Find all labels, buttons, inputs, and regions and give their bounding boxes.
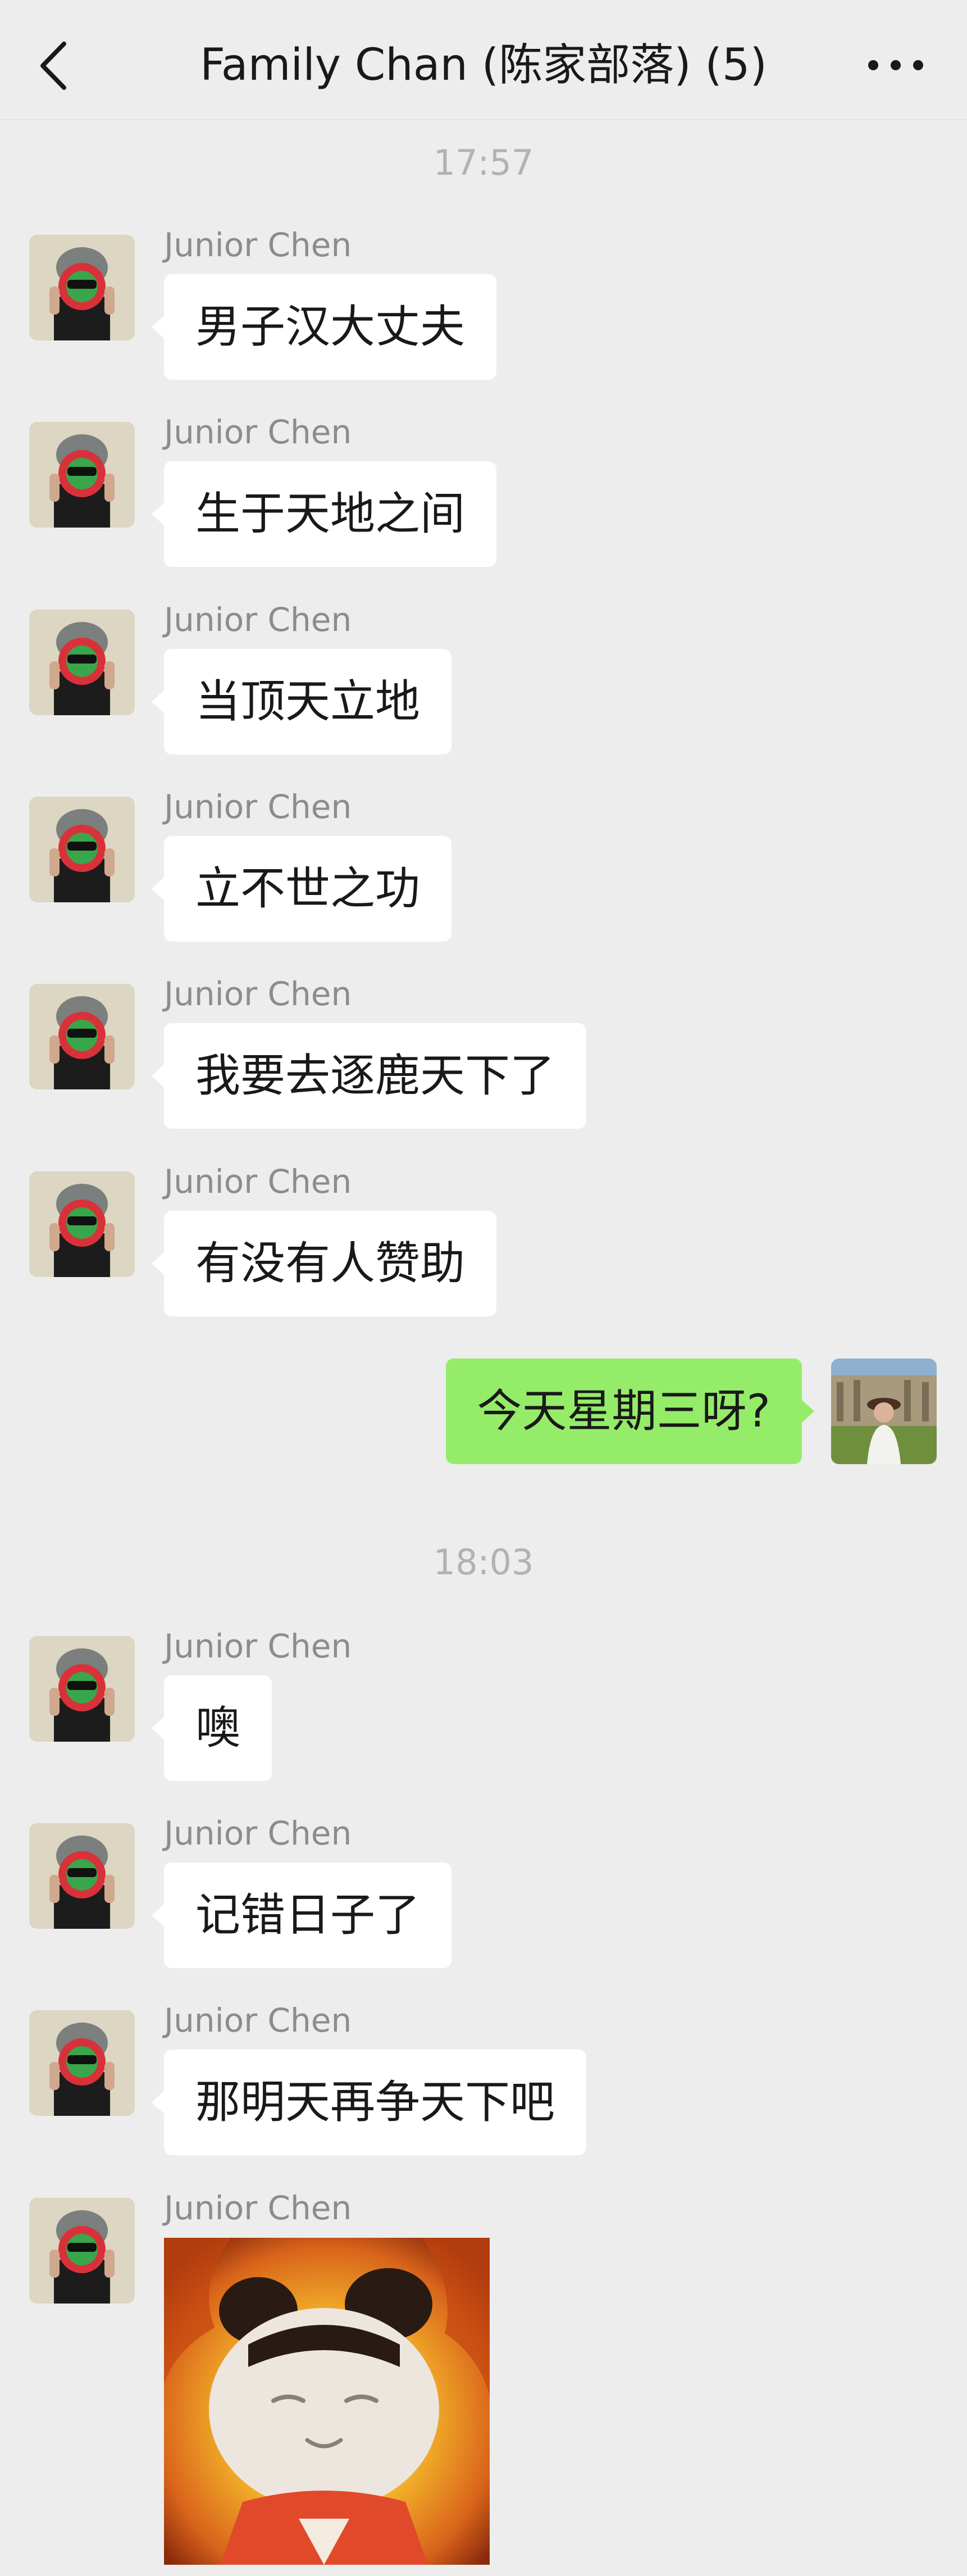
timestamp: 17:57 [433,142,534,183]
avatar[interactable] [29,797,135,902]
cartoon-doll-sticker[interactable] [164,2238,490,2565]
my-avatar[interactable] [831,1359,937,1464]
avatar[interactable] [29,2198,135,2304]
message-bubble[interactable]: 记错日子了 [152,1862,451,1968]
sender-name: Junior Chen [164,2001,352,2039]
message-bubble[interactable]: 生于天地之间 [152,461,496,567]
message-bubble[interactable]: 立不世之功 [152,836,451,942]
sender-name: Junior Chen [164,1162,352,1201]
more-dots-icon[interactable] [865,54,927,76]
sender-name: Junior Chen [164,2189,352,2227]
message-bubble[interactable]: 那明天再争天下吧 [152,2050,586,2155]
chat-header: Family Chan (陈家部落) (5) [0,0,967,120]
sender-name: Junior Chen [164,601,352,639]
chat-title: Family Chan (陈家部落) (5) [200,40,767,90]
message-bubble-outgoing[interactable]: 今天星期三呀? [445,1359,815,1464]
avatar[interactable] [29,1636,135,1742]
timestamp: 18:03 [433,1542,534,1583]
sender-name: Junior Chen [164,1627,352,1665]
message-bubble[interactable]: 我要去逐鹿天下了 [152,1023,586,1129]
message-bubble[interactable]: 男子汉大丈夫 [152,274,496,380]
sender-name: Junior Chen [164,788,352,826]
avatar[interactable] [29,1171,135,1277]
avatar[interactable] [29,2010,135,2116]
sender-name: Junior Chen [164,226,352,264]
avatar[interactable] [29,984,135,1089]
message-bubble[interactable]: 有没有人赞助 [152,1211,496,1316]
avatar[interactable] [29,1823,135,1929]
sender-name: Junior Chen [164,1814,352,1852]
sender-name: Junior Chen [164,413,352,451]
sender-name: Junior Chen [164,975,352,1013]
avatar[interactable] [29,422,135,528]
avatar[interactable] [29,235,135,340]
avatar[interactable] [29,610,135,715]
message-bubble[interactable]: 噢 [152,1675,272,1781]
message-bubble[interactable]: 当顶天立地 [152,649,451,755]
